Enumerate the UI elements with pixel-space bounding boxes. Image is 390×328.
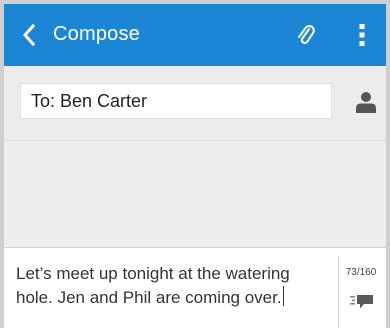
send-message-icon <box>350 295 373 309</box>
message-input[interactable]: Let’s meet up tonight at the watering ho… <box>16 262 332 318</box>
more-options-button[interactable] <box>352 20 372 50</box>
compose-bar: Let’s meet up tonight at the watering ho… <box>4 247 386 328</box>
attach-button[interactable] <box>293 22 319 50</box>
recipient-field[interactable]: To: Ben Carter <box>20 83 332 119</box>
text-cursor <box>282 286 284 306</box>
contact-picker-button[interactable] <box>354 88 378 116</box>
person-icon <box>356 92 376 113</box>
message-text: Let’s meet up tonight at the watering ho… <box>16 264 290 307</box>
more-vertical-icon <box>359 24 365 46</box>
character-counter: 73/160 <box>345 267 377 278</box>
recipient-text: To: Ben Carter <box>31 90 148 111</box>
compose-divider <box>338 256 339 328</box>
paperclip-icon <box>298 25 315 44</box>
chevron-left-icon <box>22 24 36 46</box>
send-button[interactable] <box>348 292 376 312</box>
conversation-area <box>4 141 386 247</box>
messaging-app: Compose To: Ben Carter Let’s meet up ton… <box>4 4 386 328</box>
back-button[interactable] <box>18 21 40 49</box>
page-title: Compose <box>53 23 140 45</box>
recipient-section: To: Ben Carter <box>4 66 386 141</box>
app-bar: Compose <box>4 4 386 66</box>
